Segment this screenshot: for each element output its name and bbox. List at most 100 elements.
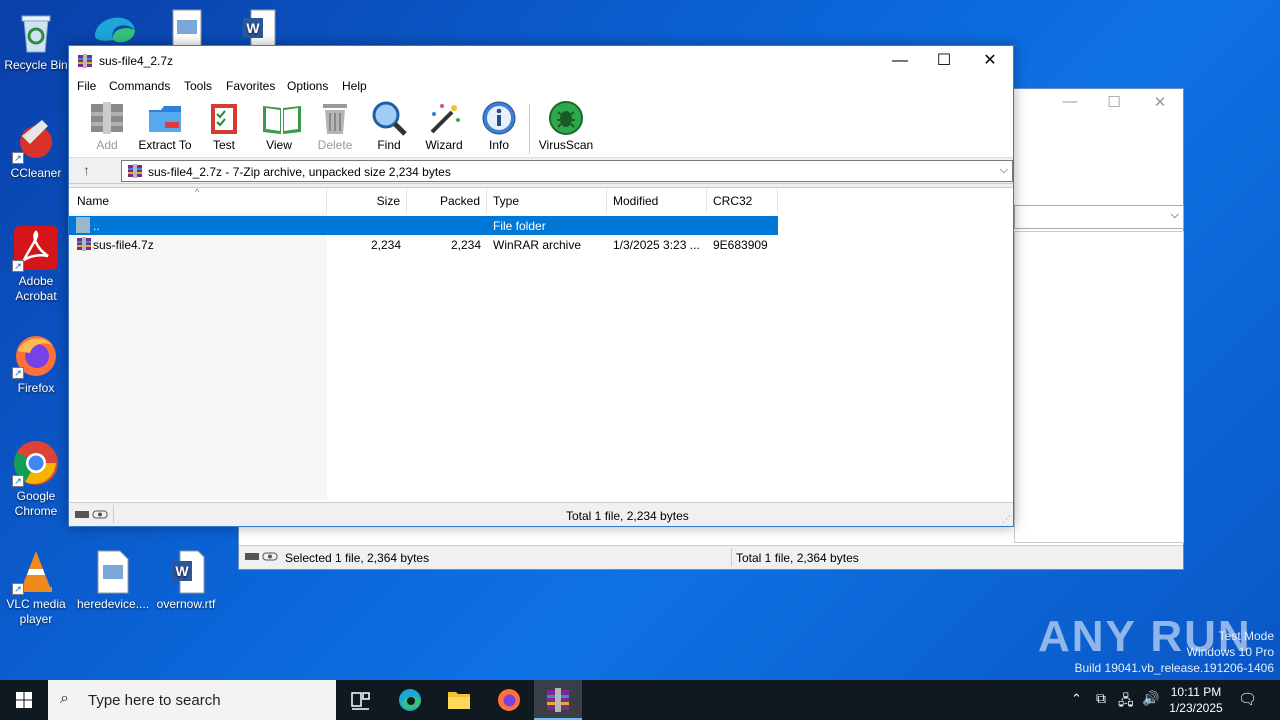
- menu-tools[interactable]: Tools: [184, 79, 212, 93]
- desktop-icon-label: heredevice....: [77, 597, 150, 611]
- image-file-icon: [88, 547, 136, 595]
- menu-bar: File Commands Tools Favorites Options He…: [69, 76, 1013, 96]
- desktop-icon-ccleaner[interactable]: ↗ CCleaner: [1, 116, 71, 181]
- close-icon[interactable]: ✕: [1137, 93, 1183, 111]
- chevron-up-icon[interactable]: ⌃: [1071, 691, 1082, 720]
- chevron-down-icon[interactable]: ⌵: [1000, 164, 1008, 177]
- cell-name: sus-file4.7z: [93, 238, 154, 252]
- virusscan-button[interactable]: VirusScan: [536, 100, 596, 152]
- background-file-list[interactable]: [1014, 231, 1184, 543]
- file-list[interactable]: Name ^ Size Packed Type Modified CRC32 .…: [69, 187, 1013, 502]
- status-total: Total 1 file, 2,234 bytes: [566, 509, 689, 523]
- notifications-icon[interactable]: 🗨: [1238, 690, 1257, 720]
- column-header-crc32[interactable]: CRC32: [707, 188, 778, 213]
- drive-icon: [245, 551, 279, 566]
- recycle-bin-icon: [12, 8, 60, 56]
- watermark-line: Build 19041.vb_release.191206-1406: [1074, 661, 1275, 675]
- taskbar-winrar[interactable]: [534, 680, 582, 720]
- background-status-selected: Selected 1 file, 2,364 bytes: [285, 551, 430, 565]
- watermark-line: Test Mode: [1218, 629, 1274, 643]
- column-header-modified[interactable]: Modified: [607, 188, 707, 213]
- cell-size: 2,234: [370, 238, 401, 252]
- up-arrow-icon[interactable]: ↑: [83, 162, 90, 178]
- menu-help[interactable]: Help: [342, 79, 367, 93]
- desktop-icon-chrome[interactable]: ↗ Google Chrome: [1, 439, 71, 519]
- ccleaner-icon: ↗: [12, 116, 60, 164]
- archive-icon: [127, 163, 143, 182]
- background-status-total: Total 1 file, 2,364 bytes: [736, 551, 859, 565]
- device-icon[interactable]: ⧉: [1096, 690, 1106, 720]
- address-bar[interactable]: sus-file4_2.7z - 7-Zip archive, unpacked…: [121, 160, 1013, 182]
- taskbar-search-box[interactable]: ⌕ Type here to search: [48, 680, 336, 720]
- desktop-icon-acrobat[interactable]: ↗ Adobe Acrobat: [1, 224, 71, 304]
- shortcut-arrow-icon: ↗: [12, 152, 24, 164]
- sort-arrow-icon: ^: [195, 187, 200, 197]
- cell-modified: 1/3/2025 3:23 ...: [613, 238, 700, 252]
- column-header-packed[interactable]: Packed: [407, 188, 487, 213]
- column-header-size[interactable]: Size: [327, 188, 407, 213]
- close-button[interactable]: ✕: [967, 46, 1013, 76]
- winrar-app-icon: [77, 53, 93, 69]
- maximize-button[interactable]: ☐: [921, 46, 967, 76]
- clock-time: 10:11 PM: [1170, 685, 1222, 699]
- toolbar-label: Info: [488, 138, 509, 152]
- start-button[interactable]: [0, 680, 48, 720]
- menu-file[interactable]: File: [77, 79, 96, 93]
- cell-type: File folder: [493, 219, 546, 233]
- status-divider: [113, 505, 114, 523]
- desktop-icon-heredevice[interactable]: heredevice....: [77, 547, 150, 612]
- view-button[interactable]: View: [250, 100, 308, 152]
- column-header-type[interactable]: Type: [487, 188, 607, 213]
- menu-favorites[interactable]: Favorites: [226, 79, 275, 93]
- menu-commands[interactable]: Commands: [109, 79, 170, 93]
- minimize-icon[interactable]: —: [1047, 93, 1093, 110]
- test-button[interactable]: Test: [195, 100, 253, 152]
- info-button[interactable]: Info: [470, 100, 528, 152]
- file-row-parent-folder[interactable]: .. File folder: [69, 216, 778, 235]
- toolbar-label: View: [266, 138, 292, 152]
- wizard-button[interactable]: Wizard: [415, 100, 473, 152]
- extract-to-button[interactable]: Extract To: [136, 100, 194, 152]
- task-view-button[interactable]: [336, 680, 384, 720]
- delete-button[interactable]: Delete: [306, 100, 364, 152]
- desktop-icon-overnow[interactable]: W overnow.rtf: [151, 547, 221, 612]
- firefox-icon: [498, 689, 520, 711]
- toolbar-label: VirusScan: [538, 138, 594, 152]
- desktop-icon-label: VLC media player: [6, 597, 66, 626]
- taskbar-edge[interactable]: [386, 680, 434, 720]
- network-icon[interactable]: 🖧: [1118, 690, 1134, 720]
- address-bar-row: ↑ sus-file4_2.7z - 7-Zip archive, unpack…: [69, 158, 1013, 184]
- titlebar[interactable]: sus-file4_2.7z — ☐ ✕: [69, 46, 1013, 76]
- info-icon: [481, 100, 517, 136]
- maximize-icon[interactable]: ☐: [1091, 93, 1137, 111]
- volume-icon[interactable]: 🔊: [1142, 690, 1159, 720]
- chevron-down-icon[interactable]: ⌵: [1171, 209, 1179, 222]
- desktop-icon-firefox[interactable]: ↗ Firefox: [1, 331, 71, 396]
- add-button[interactable]: Add: [78, 100, 136, 152]
- virusscan-icon: [548, 100, 584, 136]
- desktop-icon-recycle-bin[interactable]: Recycle Bin: [1, 8, 71, 73]
- taskbar-clock[interactable]: 10:11 PM 1/23/2025: [1160, 684, 1232, 716]
- taskbar-file-explorer[interactable]: [435, 680, 483, 720]
- winrar-window[interactable]: sus-file4_2.7z — ☐ ✕ File Commands Tools…: [68, 45, 1014, 527]
- shortcut-arrow-icon: ↗: [12, 367, 24, 379]
- taskbar: ⌕ Type here to search ⌃ ⧉ 🖧 🔊 10:11 PM 1…: [0, 680, 1280, 720]
- column-header-name[interactable]: Name ^: [69, 187, 327, 213]
- desktop-icon-label: Firefox: [17, 381, 55, 395]
- toolbar-label: Extract To: [138, 138, 192, 152]
- desktop-icon-label: CCleaner: [10, 166, 62, 180]
- background-address-bar[interactable]: ⌵: [1014, 205, 1184, 229]
- menu-options[interactable]: Options: [287, 79, 328, 93]
- find-button[interactable]: Find: [360, 100, 418, 152]
- wizard-wand-icon: [426, 100, 462, 136]
- file-row[interactable]: sus-file4.7z 2,234 2,234 WinRAR archive …: [69, 235, 778, 254]
- taskbar-firefox[interactable]: [485, 680, 533, 720]
- minimize-button[interactable]: —: [877, 46, 923, 76]
- svg-text:W: W: [175, 563, 189, 579]
- cell-type: WinRAR archive: [493, 238, 582, 252]
- toolbar-label: Find: [377, 138, 401, 152]
- extract-folder-icon: [147, 100, 183, 136]
- desktop-icon-vlc[interactable]: ↗ VLC media player: [1, 547, 71, 627]
- resize-grip-icon[interactable]: ⋰: [1002, 514, 1011, 525]
- edge-icon: [399, 689, 421, 711]
